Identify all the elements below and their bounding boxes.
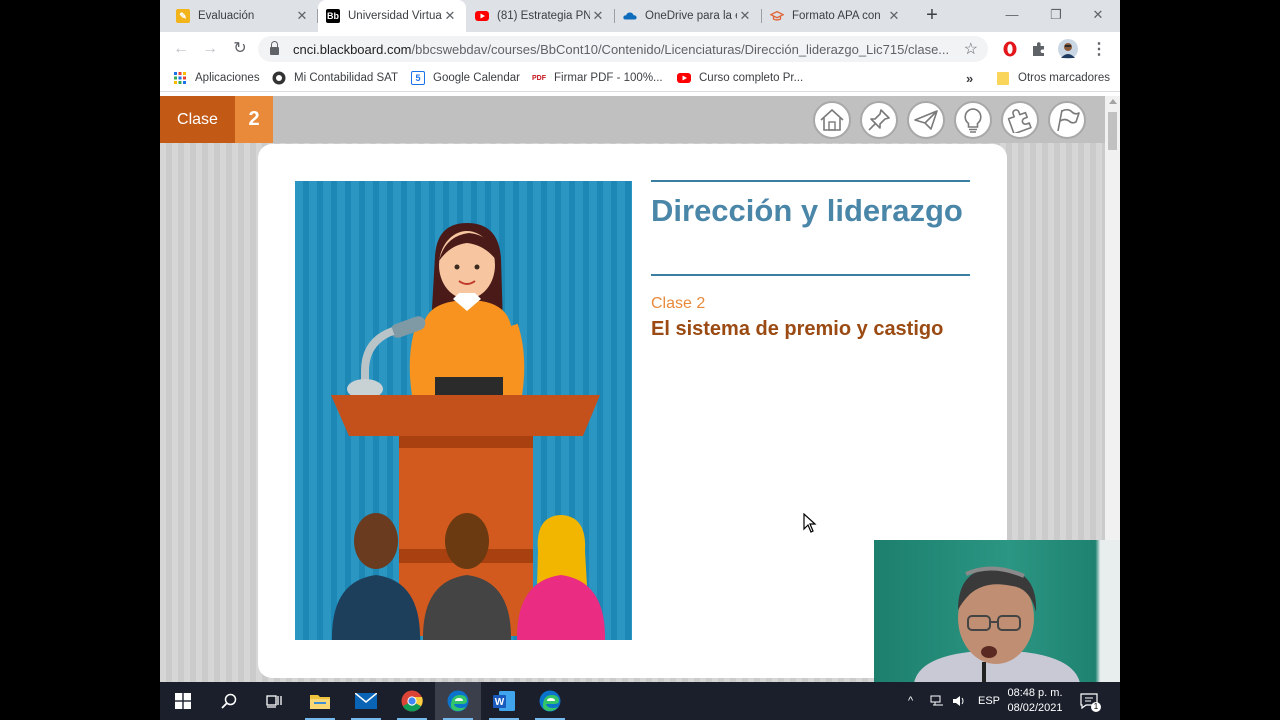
clase-label: Clase bbox=[160, 96, 235, 143]
bookmark-google-calendar[interactable]: 5 Google Calendar bbox=[411, 70, 520, 86]
graduation-cap-icon bbox=[770, 9, 784, 23]
mail-icon[interactable] bbox=[343, 682, 389, 720]
task-view-icon[interactable] bbox=[251, 682, 297, 720]
title-rule-top bbox=[651, 180, 970, 182]
pdf-icon: PDF bbox=[532, 74, 546, 82]
close-icon[interactable]: ✕ bbox=[294, 8, 310, 24]
mouse-cursor-icon bbox=[803, 512, 817, 538]
notification-center-icon[interactable]: 1 bbox=[1080, 682, 1101, 720]
scrollbar-thumb[interactable] bbox=[1108, 112, 1117, 150]
bookmark-label: Otros marcadores bbox=[1018, 72, 1111, 84]
bookmarks-overflow-button[interactable]: » bbox=[966, 70, 973, 86]
file-explorer-icon[interactable] bbox=[297, 682, 343, 720]
opera-extension-icon[interactable] bbox=[1000, 39, 1020, 59]
word-icon[interactable]: W bbox=[481, 682, 527, 720]
browser-toolbar: ← → ↻ cnci.blackboard.com/bbcswebdav/cou… bbox=[160, 32, 1120, 65]
bookmark-label: Google Calendar bbox=[433, 72, 520, 84]
tab-formato-apa[interactable]: Formato APA con ✕ bbox=[762, 0, 910, 32]
lightbulb-icon[interactable] bbox=[954, 101, 992, 139]
close-icon[interactable]: ✕ bbox=[590, 8, 606, 24]
onedrive-icon bbox=[623, 9, 637, 23]
extensions-puzzle-icon[interactable] bbox=[1029, 39, 1049, 59]
apps-grid-icon bbox=[173, 71, 187, 85]
calendar-icon: 5 bbox=[411, 71, 425, 85]
system-clock[interactable]: 08:48 p. m. 08/02/2021 bbox=[1000, 686, 1070, 716]
menu-kebab-icon[interactable]: ⋮ bbox=[1089, 39, 1109, 59]
windows-start-icon[interactable] bbox=[160, 682, 206, 720]
windows-taskbar: W ^ ESP 08:48 p. m. 08/02/2021 1 bbox=[160, 682, 1120, 720]
clase-number: 2 bbox=[235, 96, 273, 143]
chrome-icon[interactable] bbox=[389, 682, 435, 720]
paper-plane-icon[interactable] bbox=[907, 101, 945, 139]
address-bar[interactable]: cnci.blackboard.com/bbcswebdav/courses/B… bbox=[258, 36, 988, 62]
youtube-icon bbox=[677, 71, 691, 85]
clock-date: 08/02/2021 bbox=[1007, 702, 1063, 714]
network-icon[interactable] bbox=[930, 682, 944, 720]
tab-evaluacion[interactable]: ✎ Evaluación ✕ bbox=[168, 0, 318, 32]
window-close-button[interactable]: ✕ bbox=[1076, 0, 1120, 32]
bookmark-curso-completo[interactable]: Curso completo Pr... bbox=[677, 70, 803, 86]
bookmark-star-icon[interactable]: ☆ bbox=[964, 39, 978, 59]
reload-icon[interactable]: ↻ bbox=[229, 38, 251, 60]
forward-arrow-icon[interactable]: → bbox=[199, 38, 221, 60]
blackboard-icon: Bb bbox=[326, 9, 340, 23]
bookmark-firmar-pdf[interactable]: PDF Firmar PDF - 100%... bbox=[532, 70, 663, 86]
profile-avatar[interactable] bbox=[1058, 39, 1078, 59]
tab-title: Formato APA con bbox=[792, 10, 881, 22]
edge-icon[interactable] bbox=[435, 682, 481, 720]
bookmark-label: Mi Contabilidad SAT bbox=[294, 72, 398, 84]
youtube-icon bbox=[475, 9, 489, 23]
title-rule-bottom bbox=[651, 274, 970, 276]
presenter-webcam-video bbox=[874, 540, 1120, 683]
lesson-title: El sistema de premio y castigo bbox=[651, 318, 944, 340]
course-nav-icons bbox=[813, 101, 1086, 139]
tab-title: Universidad Virtual bbox=[348, 10, 442, 22]
puzzle-icon[interactable] bbox=[1001, 101, 1039, 139]
new-tab-button[interactable]: + bbox=[920, 4, 944, 28]
tab-strip: ✎ Evaluación ✕ Bb Universidad Virtual ✕ … bbox=[160, 0, 1120, 32]
tab-title: Evaluación bbox=[198, 10, 255, 22]
bookmarks-bar: Aplicaciones Mi Contabilidad SAT 5 Googl… bbox=[160, 65, 1120, 92]
browser-window: ✎ Evaluación ✕ Bb Universidad Virtual ✕ … bbox=[160, 0, 1120, 720]
tab-onedrive[interactable]: OneDrive para la e ✕ bbox=[615, 0, 761, 32]
tab-title: OneDrive para la e bbox=[645, 10, 737, 22]
home-icon[interactable] bbox=[813, 101, 851, 139]
tab-universidad-virtual[interactable]: Bb Universidad Virtual ✕ bbox=[318, 0, 466, 32]
back-arrow-icon[interactable]: ← bbox=[170, 38, 192, 60]
bookmark-label: Firmar PDF - 100%... bbox=[554, 72, 663, 84]
lock-icon bbox=[270, 41, 279, 55]
clase-indicator: Clase 2 bbox=[160, 96, 273, 143]
tab-estrategia-pnl[interactable]: (81) Estrategia PNL ✕ bbox=[467, 0, 614, 32]
tray-chevron-up-icon[interactable]: ^ bbox=[908, 682, 913, 720]
input-language[interactable]: ESP bbox=[978, 682, 1000, 720]
url-text[interactable]: cnci.blackboard.com/bbcswebdav/courses/B… bbox=[293, 42, 953, 57]
bookmark-label: Aplicaciones bbox=[195, 72, 260, 84]
clock-time: 08:48 p. m. bbox=[1007, 687, 1063, 699]
flag-icon[interactable] bbox=[1048, 101, 1086, 139]
sat-icon bbox=[272, 71, 286, 85]
pencil-icon: ✎ bbox=[176, 9, 190, 23]
notification-badge: 1 bbox=[1091, 702, 1101, 712]
speaker-at-podium-illustration bbox=[295, 181, 632, 640]
pin-icon[interactable] bbox=[860, 101, 898, 139]
close-icon[interactable]: ✕ bbox=[737, 8, 753, 24]
svg-text:W: W bbox=[495, 697, 505, 708]
bookmark-aplicaciones[interactable]: Aplicaciones bbox=[173, 70, 260, 86]
close-icon[interactable]: ✕ bbox=[442, 8, 458, 24]
volume-icon[interactable] bbox=[952, 682, 966, 720]
other-bookmarks-folder[interactable]: Otros marcadores bbox=[996, 70, 1110, 86]
search-icon[interactable] bbox=[206, 682, 252, 720]
bookmark-label: Curso completo Pr... bbox=[699, 72, 804, 84]
edge-icon[interactable] bbox=[527, 682, 573, 720]
class-subtitle: Clase 2 bbox=[651, 295, 706, 312]
close-icon[interactable]: ✕ bbox=[886, 8, 902, 24]
tab-title: (81) Estrategia PNL bbox=[497, 10, 590, 22]
folder-icon bbox=[996, 71, 1010, 85]
course-title: Dirección y liderazgo bbox=[651, 193, 963, 228]
bookmark-mi-contabilidad-sat[interactable]: Mi Contabilidad SAT bbox=[272, 70, 398, 86]
restore-button[interactable]: ❐ bbox=[1034, 0, 1078, 32]
minimize-button[interactable]: — bbox=[990, 0, 1034, 32]
